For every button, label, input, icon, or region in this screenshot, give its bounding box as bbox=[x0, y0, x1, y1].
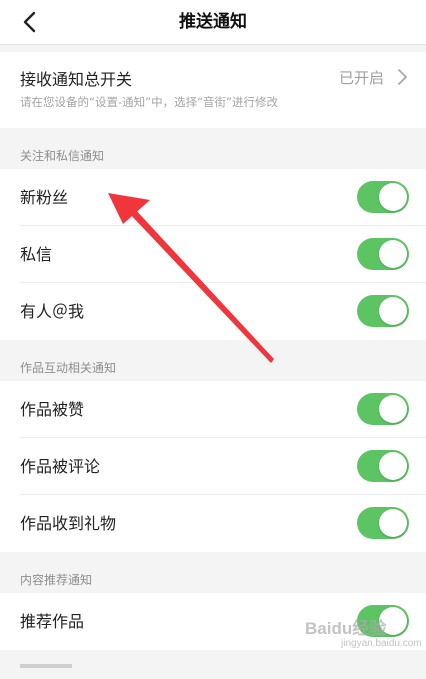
setting-label: 私信 bbox=[20, 245, 53, 264]
work-commented-toggle[interactable] bbox=[357, 450, 409, 482]
setting-label: 新粉丝 bbox=[20, 188, 69, 207]
setting-row-work-gift: 作品收到礼物 bbox=[0, 495, 426, 552]
toggle-knob bbox=[379, 452, 407, 480]
master-switch-row[interactable]: 接收通知总开关 已开启 请在您设备的“设置-通知”中，选择“音街”进行修改 bbox=[0, 52, 426, 128]
master-switch-status: 已开启 bbox=[338, 69, 384, 87]
private-messages-toggle[interactable] bbox=[357, 238, 409, 270]
master-switch-description: 请在您设备的“设置-通知”中，选择“音街”进行修改 bbox=[20, 95, 278, 109]
watermark-text: Baidu经验 bbox=[305, 619, 387, 638]
section-header-work-interactions: 作品互动相关通知 bbox=[20, 361, 117, 375]
work-gift-toggle[interactable] bbox=[357, 507, 409, 539]
section-header-partial bbox=[20, 664, 72, 679]
section-header-follow-messages: 关注和私信通知 bbox=[20, 149, 105, 163]
page-title: 推送通知 bbox=[179, 12, 247, 32]
work-liked-toggle[interactable] bbox=[357, 393, 409, 425]
setting-label: 作品收到礼物 bbox=[20, 514, 117, 533]
setting-row-mentions: 有人＠我 bbox=[0, 283, 426, 340]
setting-label: 推荐作品 bbox=[20, 612, 85, 631]
section-header-content-recommendations: 内容推荐通知 bbox=[20, 573, 93, 587]
navigation-bar: 推送通知 bbox=[0, 0, 426, 45]
new-followers-toggle[interactable] bbox=[357, 181, 409, 213]
mentions-toggle[interactable] bbox=[357, 295, 409, 327]
setting-label: 作品被评论 bbox=[20, 457, 101, 476]
setting-row-work-commented: 作品被评论 bbox=[0, 438, 426, 495]
toggle-knob bbox=[379, 395, 407, 423]
setting-row-new-followers: 新粉丝 bbox=[0, 169, 426, 226]
toggle-knob bbox=[379, 297, 407, 325]
master-switch-title: 接收通知总开关 bbox=[20, 70, 133, 89]
chevron-right-icon bbox=[398, 69, 407, 85]
toggle-knob bbox=[379, 183, 407, 211]
watermark-logo: Baidu经验 jingyan.baidu.com bbox=[305, 614, 422, 649]
setting-row-work-liked: 作品被赞 bbox=[0, 381, 426, 438]
setting-label: 作品被赞 bbox=[20, 400, 85, 419]
watermark-subtext: jingyan.baidu.com bbox=[341, 638, 422, 649]
toggle-knob bbox=[379, 509, 407, 537]
toggle-knob bbox=[379, 240, 407, 268]
setting-label: 有人＠我 bbox=[20, 302, 85, 321]
setting-row-private-messages: 私信 bbox=[0, 226, 426, 283]
